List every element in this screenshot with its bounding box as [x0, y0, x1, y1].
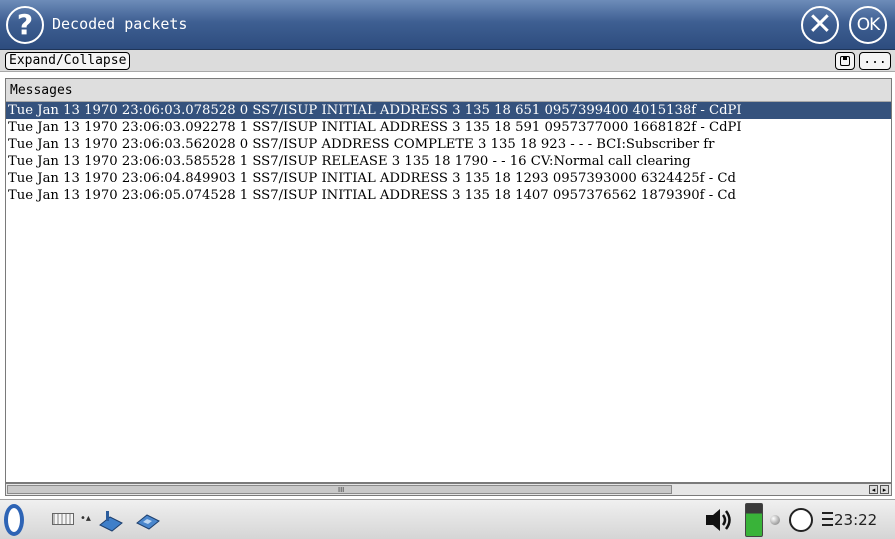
expand-collapse-button[interactable]: Expand/Collapse	[5, 52, 131, 70]
scrollbar-thumb[interactable]: III	[7, 485, 672, 494]
scroll-left-button[interactable]: ◂	[869, 485, 878, 494]
message-row[interactable]: Tue Jan 13 1970 23:06:03.092278 1 SS7/IS…	[6, 119, 891, 136]
keyboard-icon[interactable]	[52, 513, 74, 525]
save-icon	[840, 56, 850, 66]
app-window-icon[interactable]	[135, 509, 161, 533]
messages-column-header[interactable]: Messages	[6, 79, 891, 102]
clock[interactable]: 23:22	[834, 510, 877, 530]
message-row[interactable]: Tue Jan 13 1970 23:06:04.849903 1 SS7/IS…	[6, 170, 891, 187]
more-options-button[interactable]: ...	[859, 52, 891, 70]
save-button[interactable]	[835, 52, 855, 70]
power-icon[interactable]	[789, 508, 813, 532]
speaker-icon[interactable]	[703, 504, 735, 536]
battery-icon[interactable]	[745, 503, 763, 537]
input-selector-icon[interactable]: •▴	[80, 512, 91, 526]
window-title: Decoded packets	[52, 15, 188, 33]
start-menu-icon[interactable]	[4, 504, 24, 536]
horizontal-scrollbar[interactable]: III ◂ ▸	[5, 483, 892, 496]
taskbar: •▴ 23:22	[0, 499, 895, 539]
tray-menu-icon[interactable]	[822, 512, 833, 526]
ok-button[interactable]: OK	[849, 6, 887, 44]
close-button[interactable]: ✕	[801, 6, 839, 44]
title-bar: ? Decoded packets ✕ OK	[0, 0, 895, 50]
app-launcher-icon[interactable]	[98, 509, 124, 533]
help-button[interactable]: ?	[6, 6, 44, 44]
scrollbar-grip: III	[338, 486, 345, 494]
message-row[interactable]: Tue Jan 13 1970 23:06:03.078528 0 SS7/IS…	[6, 102, 891, 119]
scroll-right-button[interactable]: ▸	[880, 485, 889, 494]
message-row[interactable]: Tue Jan 13 1970 23:06:03.585528 1 SS7/IS…	[6, 153, 891, 170]
status-led-icon	[770, 515, 780, 525]
message-row[interactable]: Tue Jan 13 1970 23:06:03.562028 0 SS7/IS…	[6, 136, 891, 153]
message-row[interactable]: Tue Jan 13 1970 23:06:05.074528 1 SS7/IS…	[6, 187, 891, 204]
messages-rows: Tue Jan 13 1970 23:06:03.078528 0 SS7/IS…	[6, 102, 891, 204]
messages-list[interactable]: Messages Tue Jan 13 1970 23:06:03.078528…	[5, 78, 892, 483]
toolbar: Expand/Collapse ...	[0, 50, 895, 72]
